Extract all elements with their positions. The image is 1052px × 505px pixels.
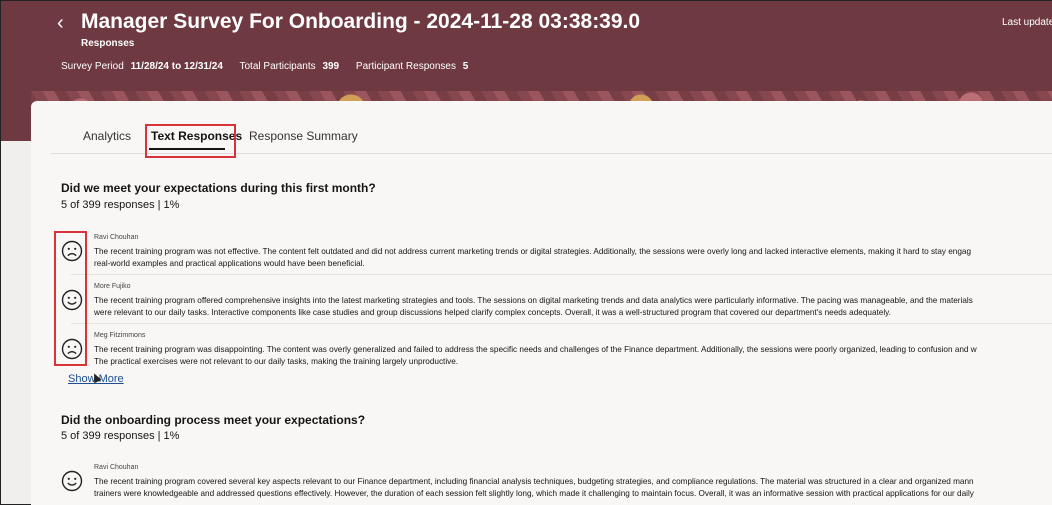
tab-text-responses[interactable]: Text Responses [151, 129, 242, 143]
question-title: Did we meet your expectations during thi… [61, 181, 376, 195]
survey-meta: Survey Period 11/28/24 to 12/31/24 Total… [61, 61, 482, 72]
participants-value: 399 [322, 61, 340, 72]
sad-face-icon [61, 240, 83, 262]
response-text-line: The recent training program was disappoi… [94, 345, 977, 354]
response-text-line: The recent training program offered comp… [94, 296, 973, 305]
survey-period-value: 11/28/24 to 12/31/24 [130, 61, 223, 72]
responses-value: 5 [462, 61, 469, 72]
response-author: Ravi Chouhan [94, 234, 139, 241]
page-subtitle: Responses [81, 38, 135, 49]
sad-face-icon [61, 338, 83, 360]
response-text: The recent training program was disappoi… [94, 344, 1052, 368]
survey-period-label: Survey Period [61, 61, 124, 72]
response-author: More Fujiko [94, 283, 131, 290]
response-author: Meg Fitzimmons [94, 332, 146, 339]
content-card: Analytics Text Responses Response Summar… [31, 101, 1052, 505]
response-text-line: The recent training program covered seve… [94, 477, 974, 486]
smile-face-icon [61, 289, 83, 311]
tab-analytics[interactable]: Analytics [83, 129, 131, 143]
response-text: The recent training program offered comp… [94, 295, 1052, 319]
question-stats: 5 of 399 responses | 1% [61, 199, 180, 211]
back-button[interactable]: ‹ [57, 11, 73, 35]
question-stats: 5 of 399 responses | 1% [61, 430, 180, 442]
tab-bar: Analytics Text Responses Response Summar… [51, 129, 1052, 154]
response-text-line: The recent training program was not effe… [94, 247, 972, 256]
response-author: Ravi Chouhan [94, 464, 139, 471]
active-tab-indicator [149, 148, 225, 150]
last-updated: Last updated [1002, 17, 1052, 28]
page-title: Manager Survey For Onboarding - 2024-11-… [81, 10, 641, 33]
divider [71, 274, 1052, 275]
response-text-line: were relevant to our daily tasks. Intera… [94, 308, 891, 317]
response-text-line: trainers were knowledgeable and addresse… [94, 489, 974, 498]
response-text: The recent training program was not effe… [94, 246, 1052, 270]
question-title: Did the onboarding process meet your exp… [61, 413, 366, 427]
smile-face-icon [61, 470, 83, 492]
response-text: The recent training program covered seve… [94, 476, 1052, 500]
tab-response-summary[interactable]: Response Summary [249, 129, 358, 143]
responses-label: Participant Responses [355, 61, 456, 72]
divider [71, 323, 1052, 324]
response-text-line: The practical exercises were not relevan… [94, 357, 459, 366]
response-text-line: real-world examples and practical applic… [94, 259, 365, 268]
participants-label: Total Participants [239, 61, 316, 72]
